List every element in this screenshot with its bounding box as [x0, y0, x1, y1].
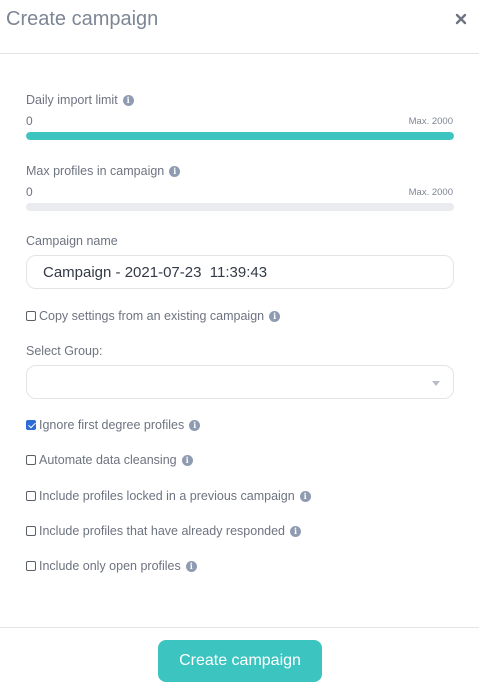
daily-import-label: Daily import limit i [26, 93, 134, 107]
option-ignore-first-degree[interactable]: Ignore first degree profiles i [26, 418, 201, 432]
option-automate-data-cleansing[interactable]: Automate data cleansing i [26, 453, 193, 467]
info-icon[interactable]: i [269, 310, 281, 322]
max-profiles-label: Max profiles in campaign i [26, 164, 181, 178]
select-group-dropdown[interactable] [26, 365, 454, 399]
max-profiles-value: 0 [26, 185, 33, 199]
option-checkbox[interactable] [26, 526, 36, 536]
option-label: Include profiles that have already respo… [39, 524, 285, 538]
daily-import-slider[interactable] [26, 132, 454, 140]
info-icon[interactable]: i [185, 560, 197, 572]
option-include-locked-profiles[interactable]: Include profiles locked in a previous ca… [26, 489, 311, 503]
copy-settings-checkbox-row[interactable]: Copy settings from an existing campaign … [26, 309, 281, 323]
option-label: Include only open profiles [39, 559, 181, 573]
select-group-label: Select Group: [26, 344, 103, 358]
info-icon[interactable]: i [299, 490, 311, 502]
option-checkbox[interactable] [26, 420, 36, 430]
option-checkbox[interactable] [26, 491, 36, 501]
option-checkbox[interactable] [26, 561, 36, 571]
daily-import-max: Max. 2000 [408, 116, 453, 127]
info-icon[interactable]: i [122, 94, 134, 106]
info-icon[interactable]: i [290, 525, 301, 537]
daily-import-label-text: Daily import limit [26, 93, 118, 107]
dialog-footer: Create campaign [0, 627, 479, 690]
option-label: Include profiles locked in a previous ca… [39, 489, 295, 503]
campaign-name-label: Campaign name [26, 234, 118, 248]
chevron-down-icon [432, 381, 440, 386]
campaign-name-input[interactable] [26, 255, 454, 289]
info-icon[interactable]: i [181, 454, 193, 466]
copy-settings-checkbox[interactable] [26, 311, 36, 321]
create-campaign-button[interactable]: Create campaign [158, 640, 322, 682]
max-profiles-slider[interactable] [26, 203, 454, 211]
copy-settings-label: Copy settings from an existing campaign [39, 309, 265, 323]
option-include-responded-profiles[interactable]: Include profiles that have already respo… [26, 524, 301, 538]
max-profiles-label-text: Max profiles in campaign [26, 164, 165, 178]
max-profiles-max: Max. 2000 [408, 187, 453, 198]
option-checkbox[interactable] [26, 455, 36, 465]
option-label: Automate data cleansing [39, 453, 177, 467]
daily-import-value: 0 [26, 114, 33, 128]
info-icon[interactable]: i [169, 165, 181, 177]
close-icon[interactable] [453, 11, 469, 27]
dialog-header: Create campaign [0, 0, 479, 54]
create-campaign-dialog: Create campaign Daily import limit i 0 M… [0, 0, 479, 690]
info-icon[interactable]: i [189, 419, 201, 431]
option-label: Ignore first degree profiles [39, 418, 185, 432]
option-include-open-profiles[interactable]: Include only open profiles i [26, 559, 197, 573]
dialog-title: Create campaign [6, 8, 159, 30]
daily-import-slider-fill [26, 132, 454, 140]
